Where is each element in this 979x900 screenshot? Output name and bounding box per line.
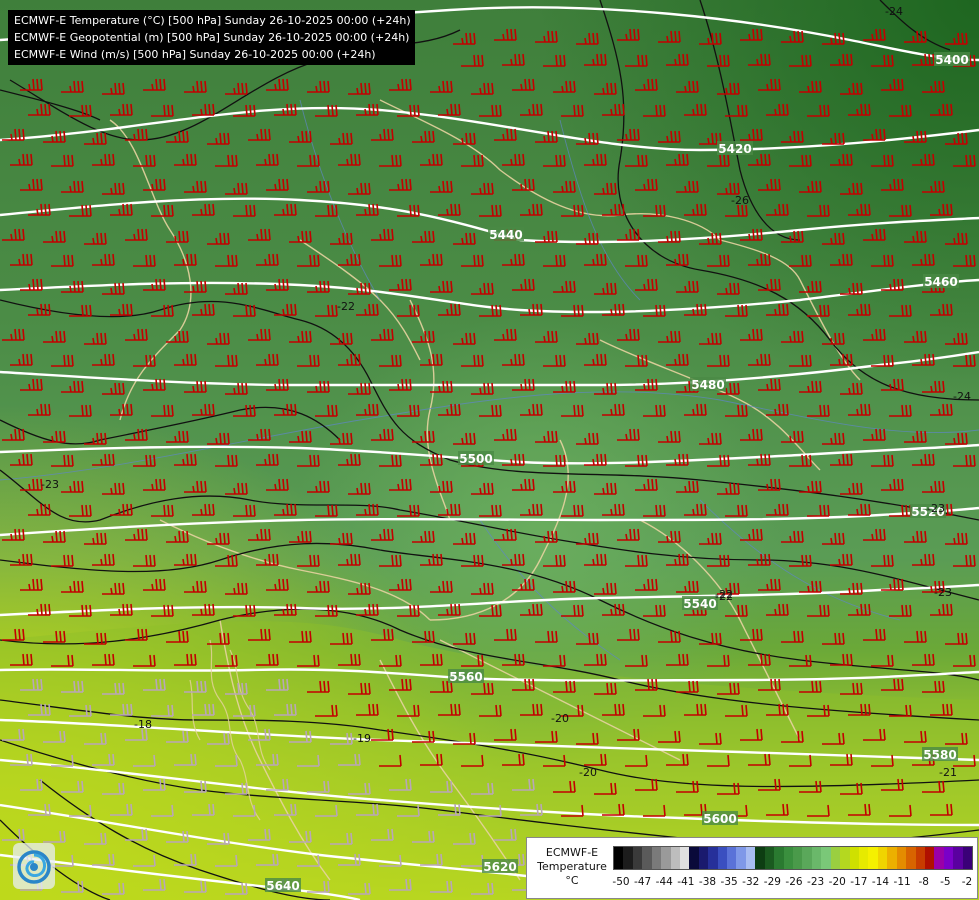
legend-swatch	[642, 847, 652, 869]
temperature-label: -24	[953, 390, 971, 403]
weather-map[interactable]: 5400542054405460548055005520554055605580…	[0, 0, 979, 900]
temperature-label: -20	[551, 712, 569, 725]
legend-tick-label: -5	[940, 876, 951, 888]
legend-swatch	[661, 847, 671, 869]
legend-swatch	[840, 847, 850, 869]
legend-swatch	[614, 847, 624, 869]
legend-swatch	[783, 847, 794, 869]
legend-swatch	[877, 847, 888, 869]
geopotential-label: 5500	[459, 452, 492, 466]
legend-swatch	[906, 847, 916, 869]
legend-tick-label: -32	[742, 876, 760, 888]
legend-swatch	[717, 847, 728, 869]
legend-swatch	[708, 847, 718, 869]
legend-tick-label: -47	[634, 876, 652, 888]
legend-tick-label: -20	[828, 876, 846, 888]
logo-icon	[13, 843, 55, 889]
legend-tick-label: -2	[961, 876, 973, 888]
legend-swatch	[915, 847, 925, 869]
legend-color-bar	[613, 846, 973, 870]
legend-swatch	[924, 847, 935, 869]
legend-swatch	[745, 847, 756, 869]
legend-swatch	[651, 847, 662, 869]
geopotential-label: 5620	[483, 860, 516, 874]
geopotential-label: 5460	[924, 275, 957, 289]
legend-swatch	[632, 847, 643, 869]
temperature-label: -22	[715, 590, 733, 603]
legend-swatch	[934, 847, 944, 869]
legend-tick-label: -38	[698, 876, 717, 888]
legend-tick-label: -35	[720, 876, 738, 888]
wind-title: ECMWF-E Wind (m/s) [500 hPa] Sunday 26-1…	[14, 48, 376, 61]
temperature-label: -23	[41, 478, 59, 491]
legend-tick-label: -41	[677, 876, 695, 888]
temperature-label: -26	[731, 194, 749, 207]
geopotential-label: 5540	[683, 597, 716, 611]
temperature-label: -20	[579, 766, 597, 779]
legend-swatch	[802, 847, 812, 869]
legend-swatch	[670, 847, 680, 869]
legend-tick-label: -29	[763, 876, 781, 888]
legend-swatch	[868, 847, 878, 869]
legend-swatch	[821, 847, 831, 869]
geopotential-label: 5440	[489, 228, 522, 242]
legend-swatch	[811, 847, 822, 869]
temperature-label: -19	[353, 732, 371, 745]
geopotential-title: ECMWF-E Geopotential (m) [500 hPa] Sunda…	[14, 31, 410, 44]
legend-tick-label: -26	[785, 876, 803, 888]
legend-swatch	[727, 847, 737, 869]
legend-swatch	[962, 847, 973, 869]
legend-tick-label: -50	[612, 876, 630, 888]
legend-swatch	[623, 847, 633, 869]
legend-tick-label: -14	[871, 876, 890, 888]
temperature-label: -23	[927, 502, 945, 515]
temperature-label: -18	[134, 718, 152, 731]
temperature-label: -21	[939, 766, 957, 779]
legend-tick-label: -17	[850, 876, 868, 888]
legend-swatch	[679, 847, 690, 869]
legend-swatch	[887, 847, 897, 869]
geopotential-label: 5420	[718, 142, 751, 156]
legend-swatch	[774, 847, 784, 869]
geopotential-label: 5480	[691, 378, 724, 392]
legend-swatch	[849, 847, 859, 869]
temperature-title: ECMWF-E Temperature (°C) [500 hPa] Sunda…	[14, 14, 411, 27]
legend-swatch	[736, 847, 746, 869]
temperature-label: -22	[337, 300, 355, 313]
geopotential-label: 5400	[935, 53, 968, 67]
legend-swatch	[689, 847, 699, 869]
legend-swatch	[953, 847, 963, 869]
temperature-label: -24	[885, 5, 903, 18]
geopotential-label: 5560	[449, 670, 482, 684]
legend-swatch	[755, 847, 765, 869]
legend-title: ECMWF-E Temperature °C	[533, 846, 611, 888]
geopotential-label: 5580	[923, 748, 956, 762]
legend-tick-label: -11	[893, 876, 911, 888]
map-title-box: ECMWF-E Temperature (°C) [500 hPa] Sunda…	[8, 10, 415, 65]
legend-swatch	[830, 847, 841, 869]
geopotential-label: 5640	[266, 879, 299, 893]
temperature-legend: ECMWF-E Temperature °C -50 -47 -44 -41 -38 -3…	[526, 837, 978, 899]
legend-swatch	[793, 847, 803, 869]
geopotential-label: 5600	[703, 812, 736, 826]
legend-swatch	[858, 847, 869, 869]
legend-swatch	[943, 847, 954, 869]
legend-tick-label: -8	[918, 876, 929, 888]
legend-tick-label: -23	[807, 876, 825, 888]
temperature-label: -23	[934, 586, 952, 599]
legend-unit: °C	[565, 874, 579, 887]
legend-swatch	[698, 847, 709, 869]
legend-tick-label: -44	[655, 876, 673, 888]
legend-swatch	[896, 847, 907, 869]
legend-swatch	[764, 847, 775, 869]
